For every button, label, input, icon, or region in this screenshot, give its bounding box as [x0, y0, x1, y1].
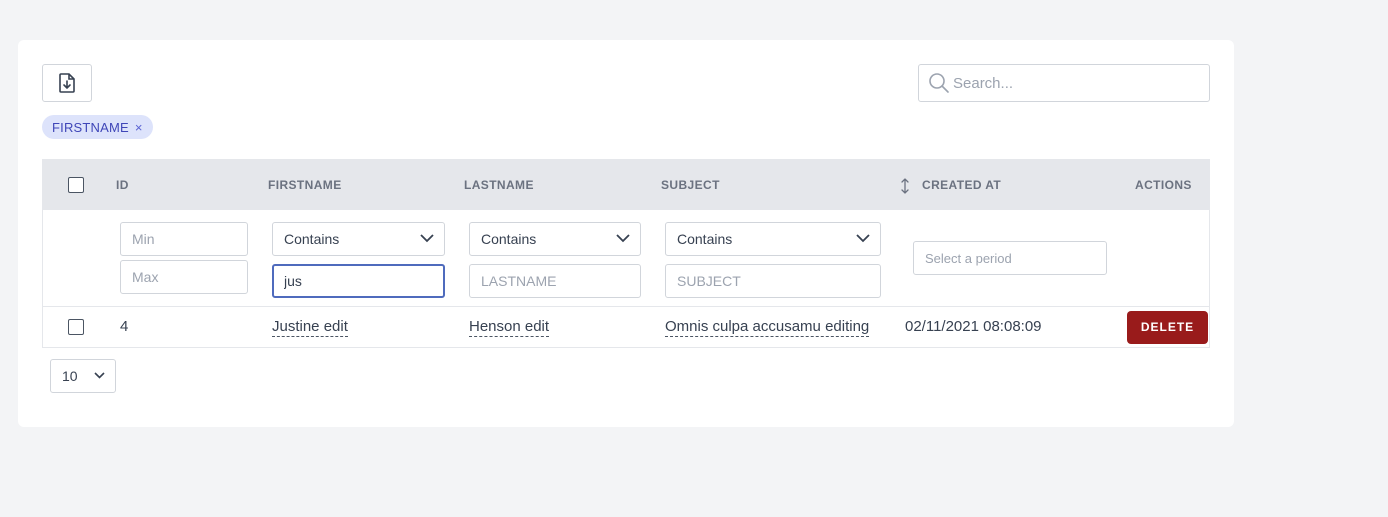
firstname-operator-select[interactable]: Contains — [272, 222, 445, 256]
chevron-down-icon — [616, 234, 630, 243]
delete-button[interactable]: DELETE — [1127, 311, 1208, 344]
lastname-operator-value: Contains — [481, 231, 537, 247]
search-input[interactable] — [953, 65, 1203, 101]
lastname-operator-select[interactable]: Contains — [469, 222, 641, 256]
search-box[interactable] — [918, 64, 1210, 102]
filter-row: Contains Contains Contains — [43, 210, 1209, 307]
cell-firstname[interactable]: Justine edit — [272, 307, 348, 347]
page-size-value: 10 — [62, 368, 78, 384]
id-max-input[interactable] — [120, 260, 248, 294]
cell-created-at: 02/11/2021 08:08:09 — [905, 318, 1042, 335]
firstname-filter-input[interactable] — [272, 264, 445, 298]
id-min-input[interactable] — [120, 222, 248, 256]
firstname-operator-value: Contains — [284, 231, 340, 247]
cell-lastname-text: Henson edit — [469, 318, 550, 337]
filter-chip-label: FIRSTNAME — [52, 119, 129, 135]
cell-subject[interactable]: Omnis culpa accusamu editing — [665, 307, 870, 347]
page-size-select[interactable]: 10 — [50, 359, 116, 393]
column-header-created-at[interactable]: CREATED AT — [922, 160, 1001, 210]
chevron-down-icon — [420, 234, 434, 243]
chevron-down-icon — [94, 372, 105, 379]
column-header-subject[interactable]: SUBJECT — [661, 160, 720, 210]
export-button[interactable] — [42, 64, 92, 102]
chevron-down-icon — [856, 234, 870, 243]
subject-operator-select[interactable]: Contains — [665, 222, 881, 256]
subject-filter-input[interactable] — [665, 264, 881, 298]
table-header: ID FIRSTNAME LASTNAME SUBJECT CREATED AT… — [43, 160, 1209, 210]
row-select-checkbox[interactable] — [68, 319, 84, 335]
cell-id: 4 — [120, 318, 129, 335]
column-header-id[interactable]: ID — [116, 160, 129, 210]
lastname-filter-input[interactable] — [469, 264, 641, 298]
active-filter-chip: FIRSTNAME × — [42, 115, 153, 139]
cell-subject-text: Omnis culpa accusamu editing — [665, 318, 870, 337]
table-row: 4 Justine edit Henson edit Omnis culpa a… — [43, 307, 1209, 347]
created-at-period-input[interactable] — [913, 241, 1107, 275]
select-all-checkbox[interactable] — [68, 177, 84, 193]
column-header-actions: ACTIONS — [1135, 178, 1192, 192]
remove-filter-icon[interactable]: × — [135, 120, 143, 135]
file-download-icon — [59, 73, 75, 93]
cell-lastname[interactable]: Henson edit — [469, 307, 550, 347]
subject-operator-value: Contains — [677, 231, 733, 247]
search-icon — [929, 73, 949, 93]
data-table-card: FIRSTNAME × ID FIRSTNAME LASTNAME SUBJEC… — [18, 40, 1234, 427]
sort-icon[interactable] — [900, 178, 910, 194]
cell-firstname-text: Justine edit — [272, 318, 348, 337]
column-header-firstname[interactable]: FIRSTNAME — [268, 160, 342, 210]
column-header-lastname[interactable]: LASTNAME — [464, 160, 534, 210]
data-table: ID FIRSTNAME LASTNAME SUBJECT CREATED AT… — [42, 159, 1210, 348]
